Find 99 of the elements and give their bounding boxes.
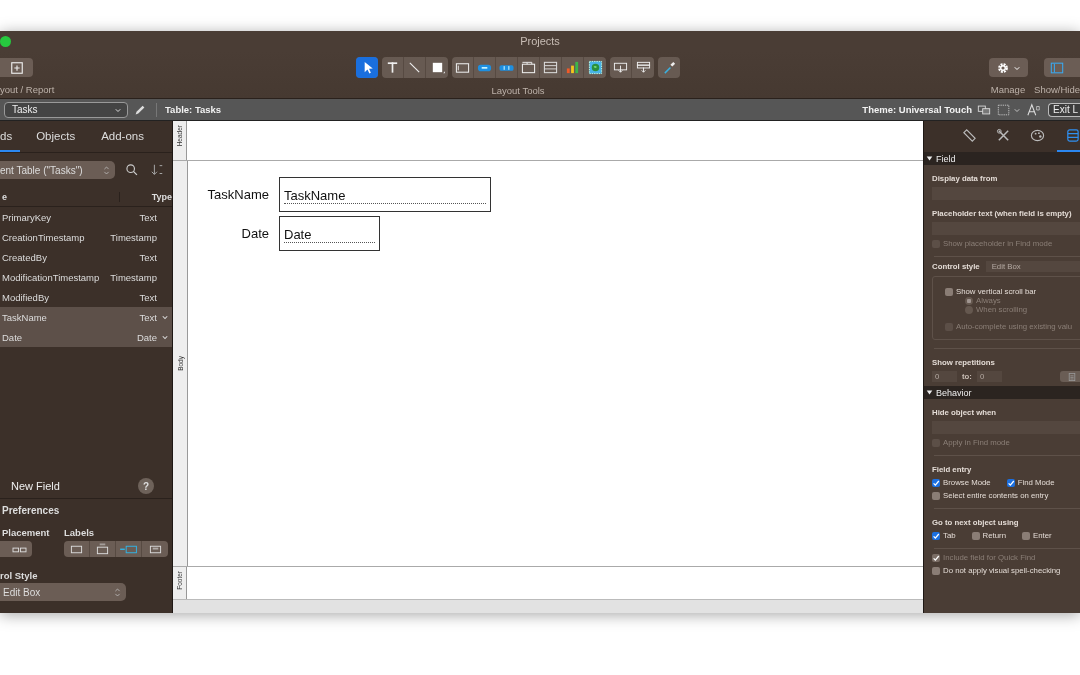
triangle-down-icon: [926, 155, 933, 162]
panel-tab[interactable]: Add-ons: [91, 121, 154, 152]
field-name: CreationTimestamp: [1, 231, 86, 243]
manage-button[interactable]: [988, 58, 1028, 77]
ruler-icon: [961, 128, 977, 143]
crossed-tools-icon: [995, 128, 1011, 143]
field-row[interactable]: CreatedBy Text: [0, 247, 172, 267]
checkbox[interactable]: [932, 478, 940, 487]
theme-name: Theme: Universal Touch: [862, 104, 972, 115]
chevron-icon: [161, 334, 169, 340]
placement-label: Placement: [1, 527, 51, 538]
palette-icon: [1029, 128, 1045, 143]
help-button[interactable]: ?: [138, 478, 154, 494]
field-icon: [455, 60, 470, 75]
checkbox[interactable]: [932, 491, 940, 500]
control-style-label: rol Style: [0, 570, 39, 581]
layout-field[interactable]: TaskName: [279, 177, 491, 212]
chevron-icon: [1013, 106, 1021, 113]
field-row[interactable]: TaskName Text: [0, 307, 172, 327]
field-row[interactable]: ModificationTimestamp Timestamp: [0, 267, 172, 287]
field-type: Text: [138, 251, 157, 263]
label-above-icon: [94, 542, 111, 556]
checkbox[interactable]: [1006, 478, 1015, 487]
insert-part-icon: [635, 60, 651, 75]
updown-icon: [103, 164, 110, 176]
field-name: CreatedBy: [1, 251, 48, 263]
sidebar-icon: [1050, 60, 1064, 75]
window-title: Projects: [520, 35, 560, 47]
field-name: ModificationTimestamp: [1, 271, 101, 283]
column-header: Type: [150, 191, 172, 202]
font-size-icon: [1027, 102, 1041, 117]
checkbox[interactable]: [945, 287, 953, 296]
chevron-icon: [114, 106, 122, 113]
dotted-square-icon: [997, 102, 1011, 117]
panel-tab[interactable]: Objects: [26, 121, 86, 152]
sort-icon: [150, 163, 164, 177]
portal-icon: [543, 60, 558, 75]
sort-button[interactable]: [149, 162, 165, 178]
theme-icon: [977, 102, 991, 117]
bar-chart-icon: [565, 60, 580, 75]
field-type: Date: [135, 331, 157, 343]
list-icon: [1068, 371, 1076, 382]
checkbox[interactable]: [932, 566, 940, 575]
toolbar-label: Show/Hide: [1034, 84, 1080, 95]
field-type: Text: [138, 311, 157, 323]
web-viewer-icon: [587, 60, 603, 75]
toolbar-label: yout / Report: [0, 84, 55, 95]
chevron-icon: [1012, 64, 1021, 71]
field-row[interactable]: CreationTimestamp Timestamp: [0, 227, 172, 247]
layout-field[interactable]: Date: [279, 216, 380, 251]
search-button[interactable]: [124, 162, 140, 178]
insert-field-icon: [613, 60, 628, 75]
toolbar-label: Layout Tools: [491, 85, 545, 96]
database-icon: [1065, 128, 1080, 143]
new-layout-button[interactable]: [0, 58, 33, 77]
button-bar-tool[interactable]: [496, 57, 518, 78]
text-tool-icon: [385, 60, 400, 75]
line-icon: [407, 60, 422, 75]
field-name: Date: [1, 331, 24, 343]
checkbox[interactable]: [971, 531, 980, 540]
horizontal-scrollbar[interactable]: [173, 599, 923, 613]
preferences-heading: Preferences: [1, 505, 61, 516]
toolbar-label: Manage: [990, 84, 1026, 95]
exit-layout-button[interactable]: Exit L: [1048, 102, 1080, 117]
field-row[interactable]: ModifiedBy Text: [0, 287, 172, 307]
pointer-tool[interactable]: [356, 57, 378, 78]
field-name: TaskName: [1, 311, 48, 323]
zoom-window-button[interactable]: [0, 36, 11, 47]
eyedropper-icon: [661, 60, 677, 75]
layout-dropdown[interactable]: Tasks: [4, 101, 128, 118]
field-type: Text: [138, 291, 157, 303]
checkbox[interactable]: [1022, 531, 1030, 540]
field-type: Text: [138, 211, 157, 223]
updown-icon: [114, 586, 121, 598]
new-layout-icon: [9, 60, 24, 75]
field-label: Date: [240, 226, 269, 241]
field-type: Timestamp: [109, 231, 157, 243]
field-label: TaskName: [206, 187, 269, 202]
font-size-button[interactable]: [1026, 101, 1042, 118]
field-name: ModifiedBy: [1, 291, 50, 303]
table-name: Table: Tasks: [165, 104, 222, 115]
field-row[interactable]: Date Date: [0, 327, 172, 347]
gear-icon: [995, 60, 1010, 75]
panel-tab[interactable]: ds: [0, 121, 21, 152]
control-style-dropdown[interactable]: Edit Box: [0, 583, 126, 601]
section-header[interactable]: Field: [924, 152, 1080, 165]
new-field-label: New Field: [11, 480, 60, 492]
chevron-icon: [161, 314, 169, 320]
field-type: Timestamp: [109, 271, 157, 283]
checkbox[interactable]: [932, 531, 940, 540]
section-header[interactable]: Behavior: [924, 386, 1080, 399]
triangle-down-icon: [926, 389, 933, 396]
field-row[interactable]: PrimaryKey Text: [0, 207, 172, 227]
field-name: PrimaryKey: [1, 211, 53, 223]
tab-control-icon: [521, 60, 536, 75]
table-dropdown[interactable]: ent Table ("Tasks"): [0, 161, 115, 179]
labels-label: Labels: [64, 527, 95, 538]
search-icon: [125, 163, 139, 177]
column-header: e: [0, 191, 120, 202]
